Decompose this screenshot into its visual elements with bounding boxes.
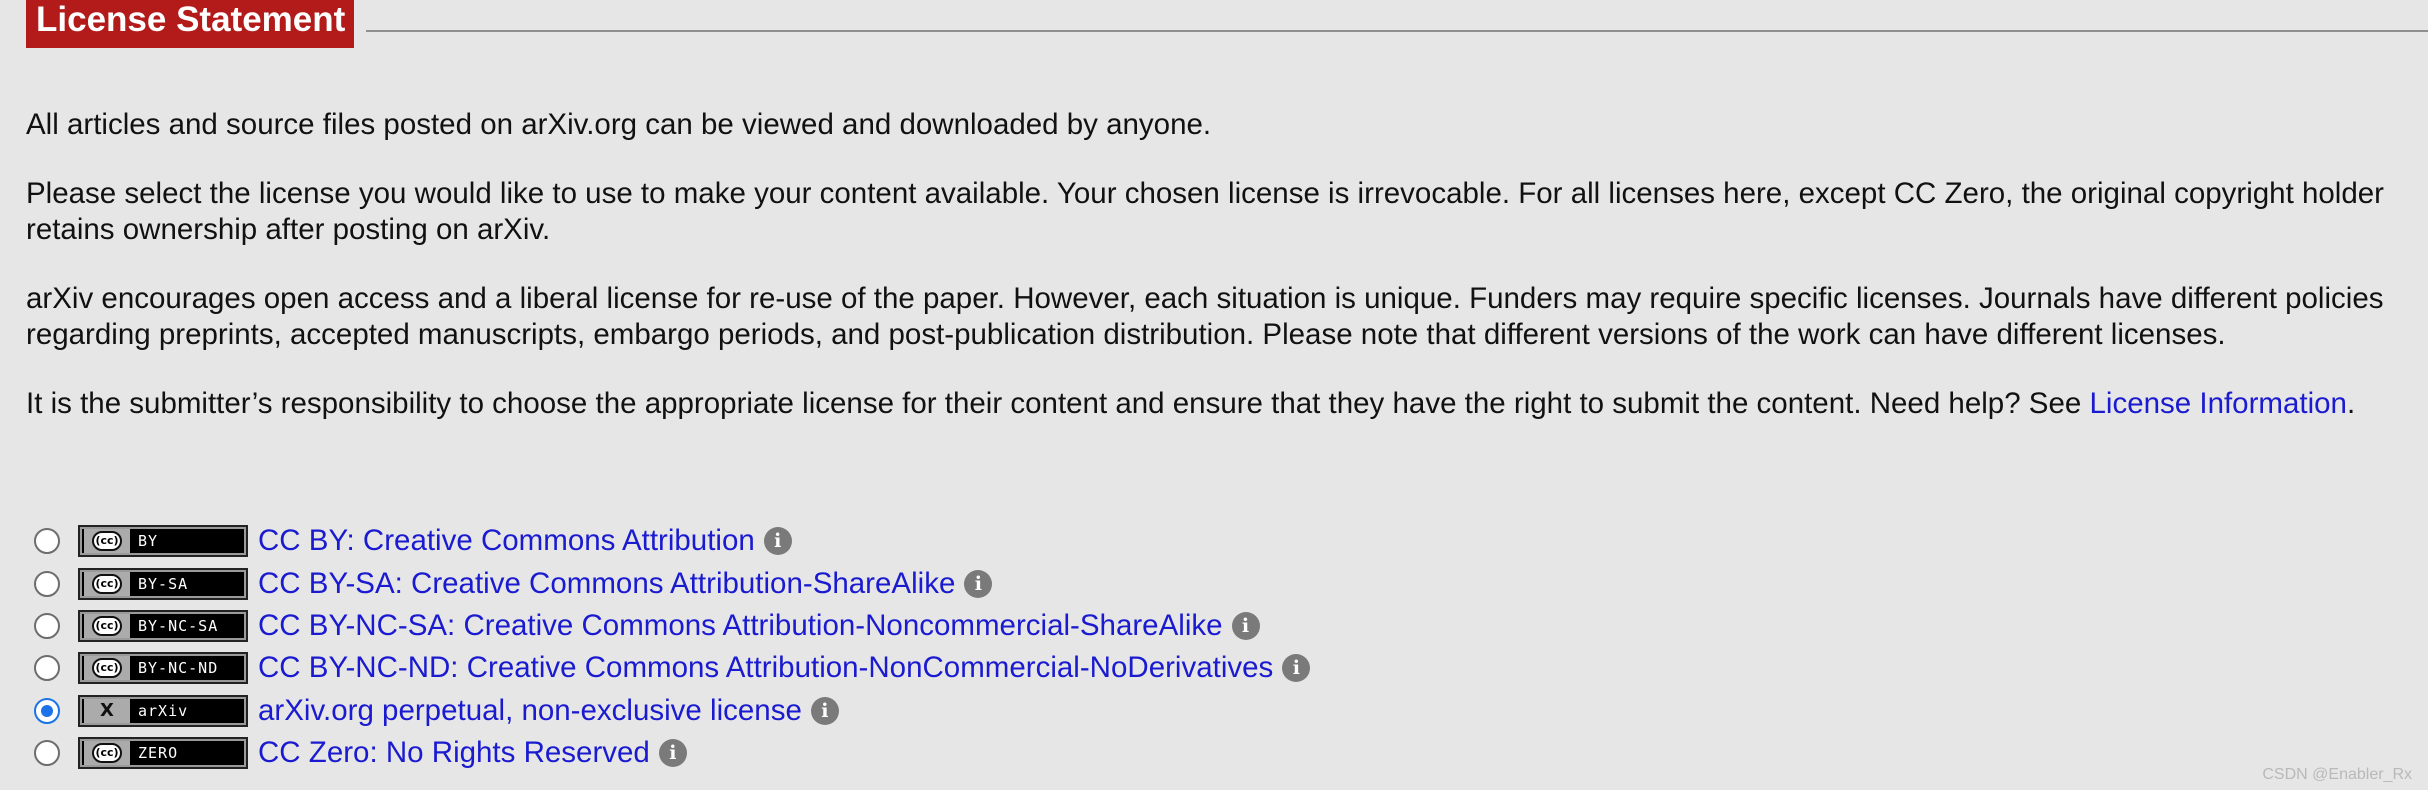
badge-logo: (cc) (84, 613, 130, 638)
license-label[interactable]: CC BY-NC-ND: Creative Commons Attributio… (258, 650, 1273, 686)
license-radio[interactable] (34, 655, 60, 682)
responsibility-paragraph: It is the submitter’s responsibility to … (26, 386, 2406, 422)
cc-by-sa-badge: (cc) BY-SA (78, 567, 248, 600)
license-option-cc-zero[interactable]: (cc) ZERO CC Zero: No Rights Reserved i (34, 732, 2334, 774)
license-radio[interactable] (34, 740, 60, 767)
license-option-cc-by[interactable]: (cc) BY CC BY: Creative Commons Attribut… (34, 520, 2334, 562)
license-option-arxiv[interactable]: X arXiv arXiv.org perpetual, non-exclusi… (34, 690, 2334, 732)
license-option-cc-by-nc-sa[interactable]: (cc) BY-NC-SA CC BY-NC-SA: Creative Comm… (34, 605, 2334, 647)
license-label[interactable]: CC BY: Creative Commons Attribution (258, 523, 755, 559)
responsibility-period: . (2346, 387, 2356, 420)
responsibility-text: It is the submitter’s responsibility to … (26, 387, 2090, 420)
select-license-paragraph: Please select the license you would like… (26, 177, 2384, 246)
cc-by-nc-sa-badge: (cc) BY-NC-SA (78, 609, 248, 642)
section-heading-row: License Statement (26, 0, 2428, 50)
license-label[interactable]: CC Zero: No Rights Reserved (258, 735, 650, 771)
intro-paragraph: All articles and source files posted on … (26, 108, 1212, 141)
cc-icon: (cc) (92, 573, 122, 594)
badge-logo: (cc) (84, 656, 130, 681)
arxiv-badge: X arXiv (78, 694, 248, 727)
info-icon[interactable]: i (810, 696, 839, 725)
info-icon[interactable]: i (1231, 611, 1260, 640)
arxiv-x-icon: X (100, 699, 114, 721)
cc-by-badge: (cc) BY (78, 525, 248, 558)
badge-text: BY (138, 532, 159, 551)
badge-text: arXiv (138, 701, 189, 720)
cc-zero-badge: (cc) ZERO (78, 737, 248, 770)
cc-by-nc-nd-badge: (cc) BY-NC-ND (78, 652, 248, 685)
cc-icon: (cc) (92, 531, 122, 552)
badge-text: BY-NC-SA (138, 616, 219, 635)
badge-logo: X (84, 698, 130, 723)
license-radio[interactable] (34, 570, 60, 597)
open-access-paragraph: arXiv encourages open access and a liber… (26, 282, 2384, 351)
page: License Statement All articles and sourc… (0, 0, 2428, 790)
license-label[interactable]: CC BY-SA: Creative Commons Attribution-S… (258, 566, 955, 602)
license-radio[interactable] (34, 528, 60, 555)
watermark: CSDN @Enabler_Rx (2262, 766, 2412, 783)
section-title: License Statement (26, 0, 355, 48)
info-icon[interactable]: i (964, 569, 993, 598)
license-options: (cc) BY CC BY: Creative Commons Attribut… (34, 520, 2334, 774)
license-information-link[interactable]: License Information (2090, 387, 2347, 420)
license-label[interactable]: arXiv.org perpetual, non-exclusive licen… (258, 693, 802, 729)
license-statement-text: All articles and source files posted on … (26, 107, 2406, 455)
info-icon[interactable]: i (763, 527, 792, 556)
license-label[interactable]: CC BY-NC-SA: Creative Commons Attributio… (258, 608, 1223, 644)
license-radio[interactable] (34, 612, 60, 639)
heading-divider (366, 30, 2428, 32)
badge-logo: (cc) (84, 571, 130, 596)
badge-logo: (cc) (84, 741, 130, 766)
license-option-cc-by-nc-nd[interactable]: (cc) BY-NC-ND CC BY-NC-ND: Creative Comm… (34, 647, 2334, 689)
license-radio-selected[interactable] (34, 697, 60, 724)
cc-icon: (cc) (92, 615, 122, 636)
info-icon[interactable]: i (1282, 654, 1311, 683)
info-icon[interactable]: i (658, 739, 687, 768)
badge-logo: (cc) (84, 529, 130, 554)
cc-icon: (cc) (92, 658, 122, 679)
badge-text: BY-NC-ND (138, 659, 219, 678)
badge-text: ZERO (138, 744, 179, 763)
license-option-cc-by-sa[interactable]: (cc) BY-SA CC BY-SA: Creative Commons At… (34, 562, 2334, 604)
cc-icon: (cc) (92, 743, 122, 764)
badge-text: BY-SA (138, 574, 189, 593)
